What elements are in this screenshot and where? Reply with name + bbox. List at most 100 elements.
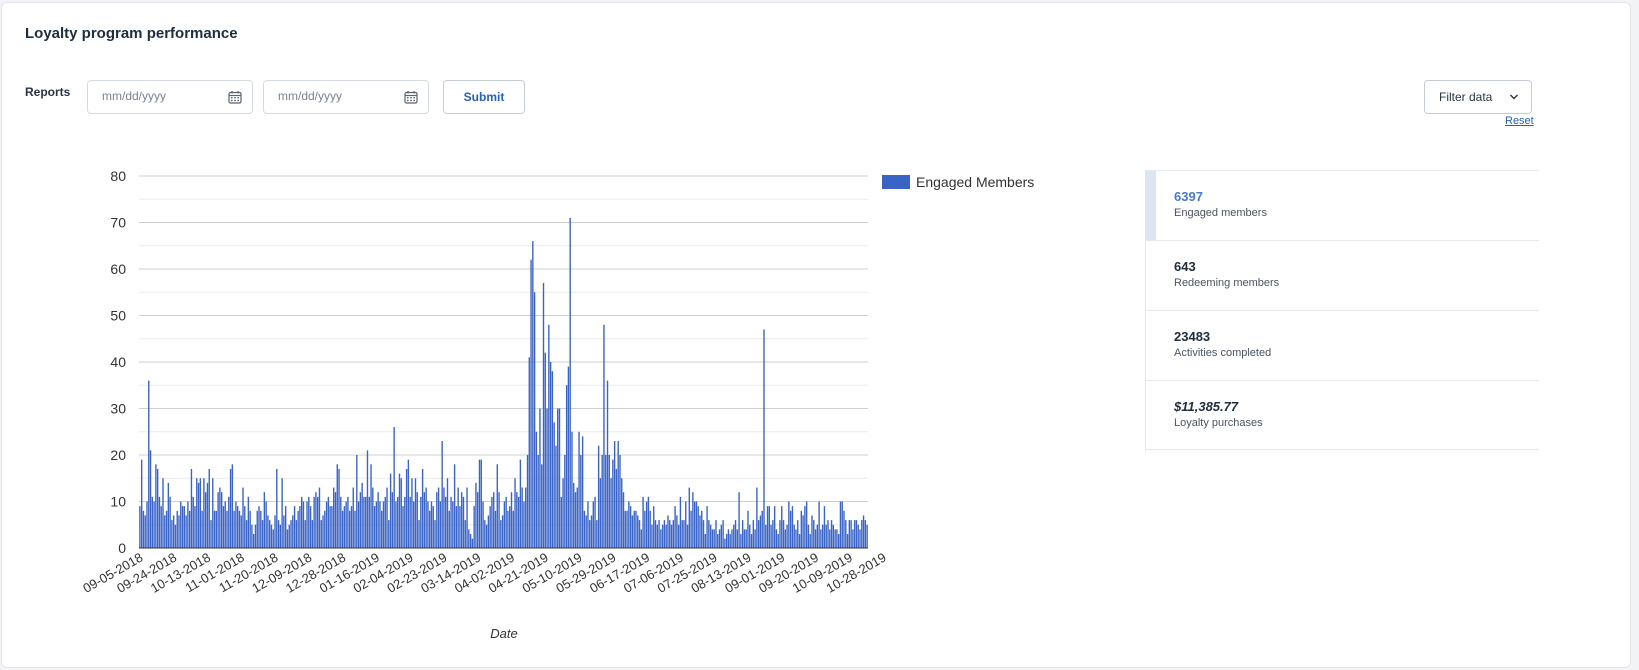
bar — [265, 501, 267, 548]
stat-loyalty-purchases[interactable]: $11,385.77 Loyalty purchases — [1145, 380, 1539, 450]
bar — [804, 506, 806, 548]
bar — [539, 408, 541, 548]
y-tick-label: 30 — [110, 401, 126, 417]
bar — [839, 501, 842, 548]
filter-data-dropdown[interactable]: Filter data — [1424, 80, 1532, 114]
bar — [244, 506, 246, 548]
bar — [436, 492, 438, 548]
bar — [583, 510, 586, 548]
bar — [706, 506, 708, 548]
bar — [452, 501, 454, 548]
bar — [286, 529, 289, 548]
bar — [190, 468, 193, 548]
bar — [638, 520, 641, 548]
bar — [807, 524, 810, 548]
bar — [288, 524, 290, 548]
bar — [793, 524, 795, 548]
reports-label: Reports — [25, 85, 71, 99]
bar — [736, 529, 739, 548]
bar — [757, 520, 760, 548]
bar — [581, 436, 584, 548]
calendar-icon[interactable] — [404, 90, 418, 104]
stat-value: 6397 — [1174, 189, 1203, 204]
stat-engaged-members[interactable]: 6397 Engaged members — [1145, 170, 1539, 240]
bar — [537, 455, 539, 548]
bar — [843, 510, 845, 548]
bar — [509, 506, 511, 548]
bar — [715, 520, 717, 548]
bar — [697, 506, 699, 548]
bar — [462, 496, 465, 548]
bar — [507, 510, 509, 548]
bar — [144, 515, 146, 548]
bar — [370, 464, 372, 548]
bar — [343, 506, 346, 548]
bar — [251, 524, 253, 548]
bar — [615, 468, 618, 548]
start-date-field[interactable] — [87, 80, 253, 114]
reset-link[interactable]: Reset — [1505, 115, 1534, 127]
calendar-icon[interactable] — [228, 90, 242, 104]
bar — [603, 324, 605, 548]
bar — [551, 371, 554, 548]
bar — [425, 487, 427, 548]
bar — [468, 529, 470, 548]
bar — [829, 529, 831, 548]
bar — [434, 520, 436, 548]
bar — [461, 492, 463, 548]
stat-activities-completed[interactable]: 23483 Activities completed — [1145, 310, 1539, 380]
bar — [194, 506, 196, 548]
bar — [485, 524, 488, 548]
end-date-field[interactable] — [263, 80, 429, 114]
bar — [219, 487, 221, 548]
bar — [300, 496, 303, 548]
bar — [631, 515, 634, 548]
bar — [365, 496, 367, 548]
bar — [750, 534, 753, 548]
bar — [541, 464, 543, 548]
bar — [352, 487, 354, 548]
bar — [457, 487, 459, 548]
bar — [448, 510, 450, 548]
bar — [514, 478, 516, 548]
bar — [702, 520, 705, 548]
bar — [142, 510, 145, 548]
bar — [455, 506, 458, 548]
bar — [658, 520, 660, 548]
bar — [560, 496, 562, 548]
bar — [469, 534, 472, 548]
bar — [864, 520, 867, 548]
bar — [489, 506, 491, 548]
bar — [747, 510, 749, 548]
bar — [629, 506, 632, 548]
bar — [528, 357, 530, 548]
bar — [361, 482, 363, 548]
bar — [222, 506, 225, 548]
bar — [759, 515, 762, 548]
bar — [252, 534, 255, 548]
bar — [324, 510, 326, 548]
bar — [756, 487, 758, 548]
stat-redeeming-members[interactable]: 643 Redeeming members — [1145, 240, 1539, 310]
bar — [576, 487, 578, 548]
bar — [827, 520, 829, 548]
start-date-input[interactable] — [102, 89, 212, 103]
bar — [235, 501, 237, 548]
bar — [171, 520, 173, 548]
end-date-input[interactable] — [278, 89, 388, 103]
bar — [613, 441, 616, 548]
bar — [404, 496, 406, 548]
bar — [268, 520, 271, 548]
bar — [800, 510, 803, 548]
submit-button[interactable]: Submit — [443, 80, 525, 114]
bar — [853, 520, 856, 548]
bar — [277, 520, 280, 548]
bar — [409, 496, 411, 548]
bar — [660, 529, 662, 548]
stat-value: $11,385.77 — [1174, 399, 1239, 414]
bar — [505, 496, 507, 548]
chart-grid — [139, 175, 868, 549]
bar — [740, 534, 742, 548]
bar — [647, 496, 650, 548]
bar — [270, 524, 273, 548]
